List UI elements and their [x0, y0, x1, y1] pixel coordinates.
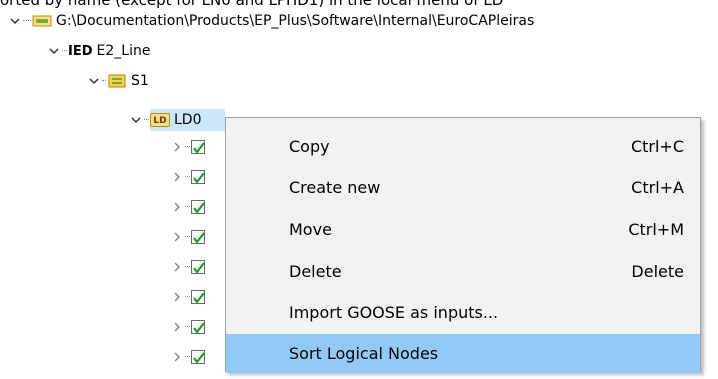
- tree-connector: [185, 236, 190, 238]
- chevron-right-icon[interactable]: [170, 230, 184, 244]
- menu-item-copy[interactable]: Copy Ctrl+C: [226, 127, 700, 166]
- tree-connector: [185, 146, 190, 148]
- chevron-right-icon[interactable]: [170, 260, 184, 274]
- chevron-down-icon[interactable]: [47, 44, 61, 58]
- tree-connector: [185, 356, 190, 358]
- tree-connector: [185, 326, 190, 328]
- tree-connector: [185, 206, 190, 208]
- checkbox-checked-icon[interactable]: [191, 350, 205, 364]
- project-path-label: G:\Documentation\Products\EP_Plus\Softwa…: [56, 13, 535, 29]
- chevron-right-icon[interactable]: [170, 200, 184, 214]
- context-menu: Copy Ctrl+C Create new Ctrl+A Move Ctrl+…: [225, 117, 701, 373]
- menu-item-shortcut: Delete: [631, 262, 684, 281]
- chevron-down-icon[interactable]: [8, 14, 22, 28]
- chevron-right-icon[interactable]: [170, 290, 184, 304]
- menu-item-label: Sort Logical Nodes: [289, 344, 439, 363]
- checkbox-checked-icon[interactable]: [191, 230, 205, 244]
- menu-item-label: Copy: [289, 137, 330, 156]
- logical-node-row[interactable]: [170, 196, 205, 218]
- logical-node-row[interactable]: [170, 346, 205, 368]
- menu-item-import-goose[interactable]: Import GOOSE as inputs...: [226, 293, 700, 332]
- chevron-right-icon[interactable]: [170, 320, 184, 334]
- menu-item-label: Delete: [289, 262, 342, 281]
- tree-connector: [23, 20, 31, 22]
- checkbox-checked-icon[interactable]: [191, 320, 205, 334]
- tree-connector: [102, 80, 106, 82]
- menu-item-label: Move: [289, 220, 332, 239]
- ld-name-label: LD0: [174, 112, 202, 128]
- logical-node-row[interactable]: [170, 256, 205, 278]
- logical-node-row[interactable]: [170, 166, 205, 188]
- ied-type-label: IED: [68, 43, 93, 59]
- tree-row-ied[interactable]: IED E2_Line: [47, 40, 150, 62]
- tree-row-station[interactable]: S1: [87, 70, 149, 92]
- chevron-right-icon[interactable]: [170, 140, 184, 154]
- logical-node-row[interactable]: [170, 286, 205, 308]
- checkbox-checked-icon[interactable]: [191, 260, 205, 274]
- menu-item-sort-logical-nodes[interactable]: Sort Logical Nodes: [226, 334, 700, 373]
- tree-connector: [185, 266, 190, 268]
- ied-name-label: E2_Line: [96, 43, 151, 59]
- tree-connector: [62, 50, 67, 52]
- tree-connector: [185, 296, 190, 298]
- menu-item-shortcut: Ctrl+M: [628, 220, 684, 239]
- menu-item-label: Create new: [289, 178, 381, 197]
- chevron-right-icon[interactable]: [170, 350, 184, 364]
- chevron-down-icon[interactable]: [87, 74, 101, 88]
- logical-device-icon: LD: [150, 113, 170, 127]
- menu-item-create-new[interactable]: Create new Ctrl+A: [226, 168, 700, 207]
- tree-row-ld[interactable]: LD LD0: [129, 109, 202, 131]
- checkbox-checked-icon[interactable]: [191, 140, 205, 154]
- chevron-down-icon[interactable]: [129, 113, 143, 127]
- chevron-right-icon[interactable]: [170, 170, 184, 184]
- logical-node-row[interactable]: [170, 226, 205, 248]
- tree-row-project[interactable]: G:\Documentation\Products\EP_Plus\Softwa…: [8, 10, 534, 32]
- menu-item-shortcut: Ctrl+A: [631, 178, 684, 197]
- checkbox-checked-icon[interactable]: [191, 290, 205, 304]
- station-name-label: S1: [131, 73, 149, 89]
- server-icon: [107, 74, 127, 88]
- logical-node-row[interactable]: [170, 136, 205, 158]
- checkbox-checked-icon[interactable]: [191, 170, 205, 184]
- tree-connector: [185, 176, 190, 178]
- menu-item-shortcut: Ctrl+C: [630, 137, 684, 156]
- menu-item-move[interactable]: Move Ctrl+M: [226, 210, 700, 249]
- project-folder-icon: [32, 14, 52, 28]
- menu-item-label: Import GOOSE as inputs...: [289, 303, 499, 322]
- checkbox-checked-icon[interactable]: [191, 200, 205, 214]
- logical-node-row[interactable]: [170, 316, 205, 338]
- tree-connector: [144, 119, 149, 121]
- menu-item-delete[interactable]: Delete Delete: [226, 252, 700, 291]
